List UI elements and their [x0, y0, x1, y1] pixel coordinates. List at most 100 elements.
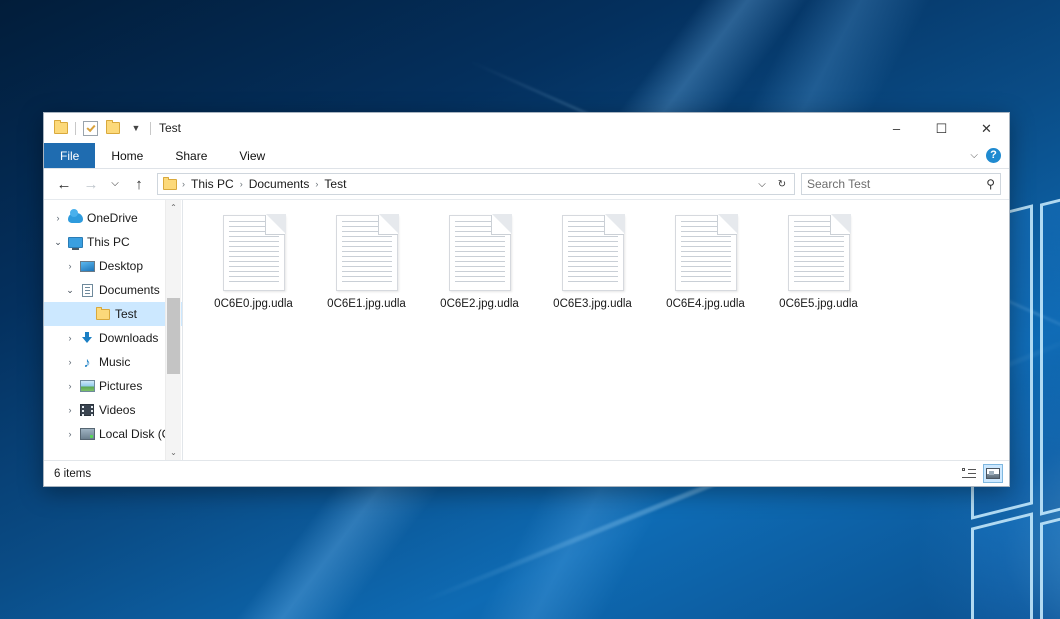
file-item[interactable]: 0C6E3.jpg.udla	[536, 212, 649, 310]
expander-chevron-right-icon[interactable]: ›	[50, 213, 66, 223]
up-button[interactable]: ↑	[127, 172, 151, 196]
folder-icon	[163, 179, 177, 190]
windows-logo-pane	[971, 512, 1033, 619]
downloads-icon	[78, 332, 96, 345]
breadcrumb-item-this-pc[interactable]: This PC	[188, 177, 237, 191]
music-icon: ♪	[78, 356, 96, 369]
windows-logo-pane	[1040, 507, 1060, 619]
large-icons-view-button[interactable]	[983, 464, 1003, 483]
file-name-label: 0C6E4.jpg.udla	[666, 298, 745, 310]
file-list-view[interactable]: 0C6E0.jpg.udla 0C6E1.jpg.udla 0C6E2.jpg.…	[183, 200, 1009, 460]
maximize-button[interactable]: ☐	[919, 113, 964, 143]
sidebar-item-label: Test	[112, 307, 137, 321]
expander-chevron-right-icon[interactable]: ›	[62, 405, 78, 415]
large-icons-view-icon	[986, 468, 1000, 479]
documents-icon	[78, 284, 96, 297]
file-item[interactable]: 0C6E0.jpg.udla	[197, 212, 310, 310]
details-view-button[interactable]	[959, 464, 979, 483]
address-bar-actions: ⌵ ↻	[752, 174, 792, 194]
generic-document-icon	[668, 214, 744, 292]
scrollbar-up-arrow-icon[interactable]: ⌃	[166, 200, 181, 215]
view-mode-buttons	[959, 464, 1003, 483]
expander-chevron-right-icon[interactable]: ›	[62, 381, 78, 391]
sidebar-scrollbar[interactable]: ⌃ ⌄	[165, 200, 181, 460]
minimize-button[interactable]: –	[874, 113, 919, 143]
new-folder-icon[interactable]	[104, 119, 122, 137]
generic-document-icon	[555, 214, 631, 292]
tab-share[interactable]: Share	[159, 143, 223, 168]
generic-document-icon	[442, 214, 518, 292]
sidebar-item-test[interactable]: Test	[44, 302, 182, 326]
file-name-label: 0C6E5.jpg.udla	[779, 298, 858, 310]
toolbar-separator	[150, 122, 151, 135]
address-dropdown-chevron-down-icon[interactable]: ⌵	[752, 174, 772, 194]
chevron-down-icon[interactable]: ▼	[127, 119, 145, 137]
sidebar-item-this-pc[interactable]: ⌄ This PC	[44, 230, 182, 254]
expander-chevron-right-icon[interactable]: ›	[62, 357, 78, 367]
file-item[interactable]: 0C6E4.jpg.udla	[649, 212, 762, 310]
breadcrumb-item-documents[interactable]: Documents	[246, 177, 313, 191]
breadcrumb[interactable]: › This PC › Documents › Test ⌵ ↻	[157, 173, 795, 195]
generic-document-icon	[216, 214, 292, 292]
window-title: Test	[159, 121, 181, 135]
expander-chevron-right-icon[interactable]: ›	[62, 261, 78, 271]
sidebar-item-label: Pictures	[96, 379, 142, 393]
scrollbar-down-arrow-icon[interactable]: ⌄	[166, 445, 181, 460]
breadcrumb-separator: ›	[312, 179, 321, 189]
item-count-label: 6 items	[54, 468, 91, 480]
videos-icon	[78, 404, 96, 416]
sidebar-item-local-disk-c[interactable]: › Local Disk (C:)	[44, 422, 182, 446]
title-bar: ▼ Test – ☐ ✕	[44, 113, 1009, 143]
sidebar-item-desktop[interactable]: › Desktop	[44, 254, 182, 278]
scrollbar-track[interactable]	[166, 215, 181, 445]
expander-chevron-right-icon[interactable]: ›	[62, 429, 78, 439]
file-item[interactable]: 0C6E5.jpg.udla	[762, 212, 875, 310]
file-name-label: 0C6E0.jpg.udla	[214, 298, 293, 310]
search-icon[interactable]: ⚲	[986, 177, 995, 191]
sidebar-item-onedrive[interactable]: › OneDrive	[44, 206, 182, 230]
tab-view[interactable]: View	[223, 143, 281, 168]
expander-chevron-down-icon[interactable]: ⌄	[62, 285, 78, 296]
recent-locations-chevron-down-icon[interactable]: ⌵	[106, 172, 124, 196]
close-button[interactable]: ✕	[964, 113, 1009, 143]
back-button[interactable]: ←	[52, 172, 76, 196]
search-input[interactable]: Search Test ⚲	[801, 173, 1001, 195]
folder-icon	[94, 309, 112, 320]
help-icon[interactable]: ?	[986, 148, 1001, 163]
sidebar-item-label: Music	[96, 355, 130, 369]
generic-document-icon	[781, 214, 857, 292]
properties-icon[interactable]	[81, 119, 99, 137]
sidebar-item-downloads[interactable]: › Downloads	[44, 326, 182, 350]
sidebar-item-music[interactable]: › ♪ Music	[44, 350, 182, 374]
file-item[interactable]: 0C6E2.jpg.udla	[423, 212, 536, 310]
tab-home[interactable]: Home	[95, 143, 159, 168]
toolbar-separator	[75, 122, 76, 135]
breadcrumb-separator: ›	[237, 179, 246, 189]
expand-ribbon-chevron-down-icon[interactable]: ⌵	[970, 150, 978, 161]
scrollbar-thumb[interactable]	[167, 298, 180, 374]
sidebar-item-label: Videos	[96, 403, 135, 417]
cloud-icon	[66, 213, 84, 223]
expander-chevron-right-icon[interactable]: ›	[62, 333, 78, 343]
sidebar-item-label: Documents	[96, 283, 160, 297]
navigation-pane: › OneDrive ⌄ This PC › Desktop ⌄	[44, 200, 183, 460]
folder-icon[interactable]	[52, 119, 70, 137]
window-controls: – ☐ ✕	[874, 113, 1009, 143]
sidebar-item-videos[interactable]: › Videos	[44, 398, 182, 422]
forward-button: →	[79, 172, 103, 196]
desktop-icon	[78, 261, 96, 272]
file-item[interactable]: 0C6E1.jpg.udla	[310, 212, 423, 310]
folder-tree: › OneDrive ⌄ This PC › Desktop ⌄	[44, 200, 182, 460]
sidebar-item-pictures[interactable]: › Pictures	[44, 374, 182, 398]
pictures-icon	[78, 380, 96, 392]
expander-chevron-down-icon[interactable]: ⌄	[50, 237, 66, 248]
sidebar-item-label: This PC	[84, 235, 130, 249]
refresh-icon[interactable]: ↻	[772, 174, 792, 194]
sidebar-item-label: Downloads	[96, 331, 158, 345]
breadcrumb-item-test[interactable]: Test	[321, 177, 349, 191]
status-bar: 6 items	[44, 460, 1009, 486]
search-placeholder: Search Test	[807, 177, 986, 191]
sidebar-item-documents[interactable]: ⌄ Documents	[44, 278, 182, 302]
tab-file[interactable]: File	[44, 143, 95, 168]
explorer-body: › OneDrive ⌄ This PC › Desktop ⌄	[44, 200, 1009, 460]
